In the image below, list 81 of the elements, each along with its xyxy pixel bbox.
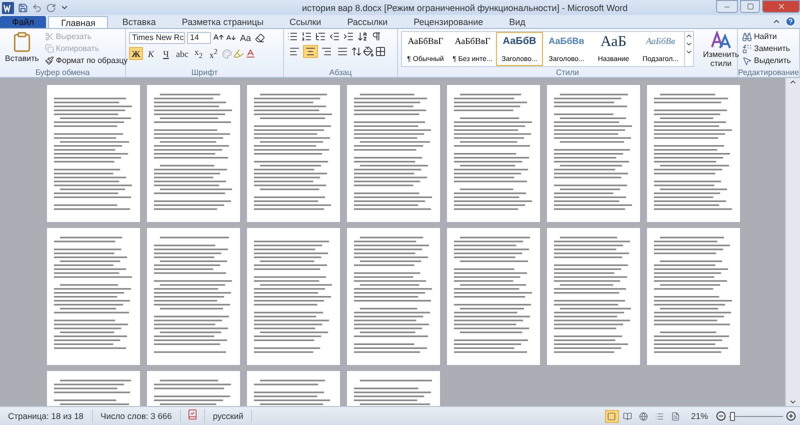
align-center-icon <box>305 46 316 57</box>
italic-button[interactable]: К <box>144 47 158 60</box>
book-icon <box>623 412 632 420</box>
scroll-down-icon[interactable] <box>789 398 797 406</box>
zoom-slider-thumb[interactable] <box>730 412 736 420</box>
align-left-button[interactable] <box>287 45 302 58</box>
text-effects-icon <box>222 48 232 58</box>
group-label: Редактирование <box>738 68 799 77</box>
multilevel-list-icon <box>315 31 326 42</box>
group-label: Буфер обмена <box>34 68 91 77</box>
list-icon <box>655 412 664 420</box>
sub-button[interactable]: x$_{2}$ <box>192 47 206 60</box>
borders-icon <box>375 46 386 57</box>
repeat-icon[interactable] <box>46 2 56 12</box>
copy-icon <box>44 44 54 53</box>
word-logo-icon <box>2 2 14 14</box>
align-right-button[interactable] <box>319 45 334 58</box>
globe-icon <box>639 412 648 420</box>
increase-indent-icon <box>343 31 354 42</box>
help-icon[interactable] <box>785 16 796 27</box>
zoom-level[interactable]: 21% <box>682 410 716 422</box>
ribbon-tab[interactable]: Рецензирование <box>402 16 496 28</box>
group-label: Шрифт <box>190 68 219 77</box>
print-view-button[interactable] <box>604 410 619 422</box>
maximize-icon <box>746 3 754 10</box>
paintbrush-icon <box>44 56 54 65</box>
align-center-button[interactable] <box>303 45 318 58</box>
ribbon-tab[interactable]: Вставка <box>110 16 168 28</box>
window-title: история вар 8.docx [Режим ограниченной функциональности] - Microsoft Word <box>302 2 629 12</box>
ribbon-tab[interactable]: Разметка страницы <box>170 16 276 28</box>
maximize-button[interactable] <box>740 0 760 13</box>
scissors-icon <box>44 32 54 41</box>
ribbon-tab[interactable]: Рассылки <box>335 16 400 28</box>
undo-icon[interactable] <box>32 2 42 12</box>
font-name-field[interactable]: Times New Rc <box>129 32 185 44</box>
binoculars-icon <box>742 32 752 42</box>
align-justify-icon <box>337 46 348 57</box>
paint-bucket-icon <box>363 46 374 57</box>
clear-format-icon <box>255 32 266 42</box>
highlighter-icon <box>232 48 244 59</box>
ribbon-tab[interactable]: Вид <box>497 16 538 28</box>
pilcrow-icon <box>371 31 382 42</box>
underline-button[interactable]: Ч <box>159 47 173 60</box>
page-count[interactable]: Страница: 18 из 18 <box>0 410 93 422</box>
zoom-out-icon[interactable] <box>716 411 726 421</box>
ribbon-tab[interactable]: Главная <box>48 16 108 28</box>
font-color-icon <box>244 48 256 59</box>
paste-button[interactable]: Вставить <box>3 31 41 68</box>
language-label[interactable]: русский <box>204 410 252 422</box>
group-label: Абзац <box>328 68 353 77</box>
group-label: Стили <box>554 68 580 77</box>
strike-button[interactable]: abc <box>174 47 190 60</box>
customize-icon[interactable] <box>60 3 69 12</box>
font-size-field[interactable]: 14 <box>187 32 211 44</box>
painter-button[interactable]: Формат по образцу <box>44 55 129 66</box>
close-icon <box>776 2 786 11</box>
line-spacing-icon <box>351 46 362 57</box>
bold-button[interactable]: Ж <box>129 47 143 60</box>
zoom-in-icon[interactable] <box>786 411 796 421</box>
spellcheck-icon <box>186 409 198 420</box>
numbering-icon <box>301 31 312 42</box>
change-case-button[interactable]: Aa <box>238 31 254 44</box>
more-icon <box>685 48 693 56</box>
letters-a-icon <box>711 31 731 49</box>
collapse-ribbon-icon[interactable] <box>772 17 781 26</box>
pointer-icon <box>742 56 752 66</box>
scroll-up-icon <box>685 32 693 40</box>
ribbon-tab[interactable]: Ссылки <box>278 16 334 28</box>
shrink-font-icon <box>226 32 236 42</box>
align-left-icon <box>289 46 300 57</box>
align-right-icon <box>321 46 332 57</box>
scroll-up-icon[interactable] <box>789 78 797 86</box>
save-icon[interactable] <box>18 2 28 12</box>
sort-icon <box>357 31 368 42</box>
page-icon <box>607 412 616 420</box>
document-icon <box>671 412 680 420</box>
scroll-down-icon <box>685 40 693 48</box>
decrease-indent-icon <box>329 31 340 42</box>
align-justify-button[interactable] <box>335 45 350 58</box>
sup-button[interactable]: x$^{2}$ <box>206 47 220 60</box>
word-count[interactable]: Число слов: 3 666 <box>92 410 181 422</box>
